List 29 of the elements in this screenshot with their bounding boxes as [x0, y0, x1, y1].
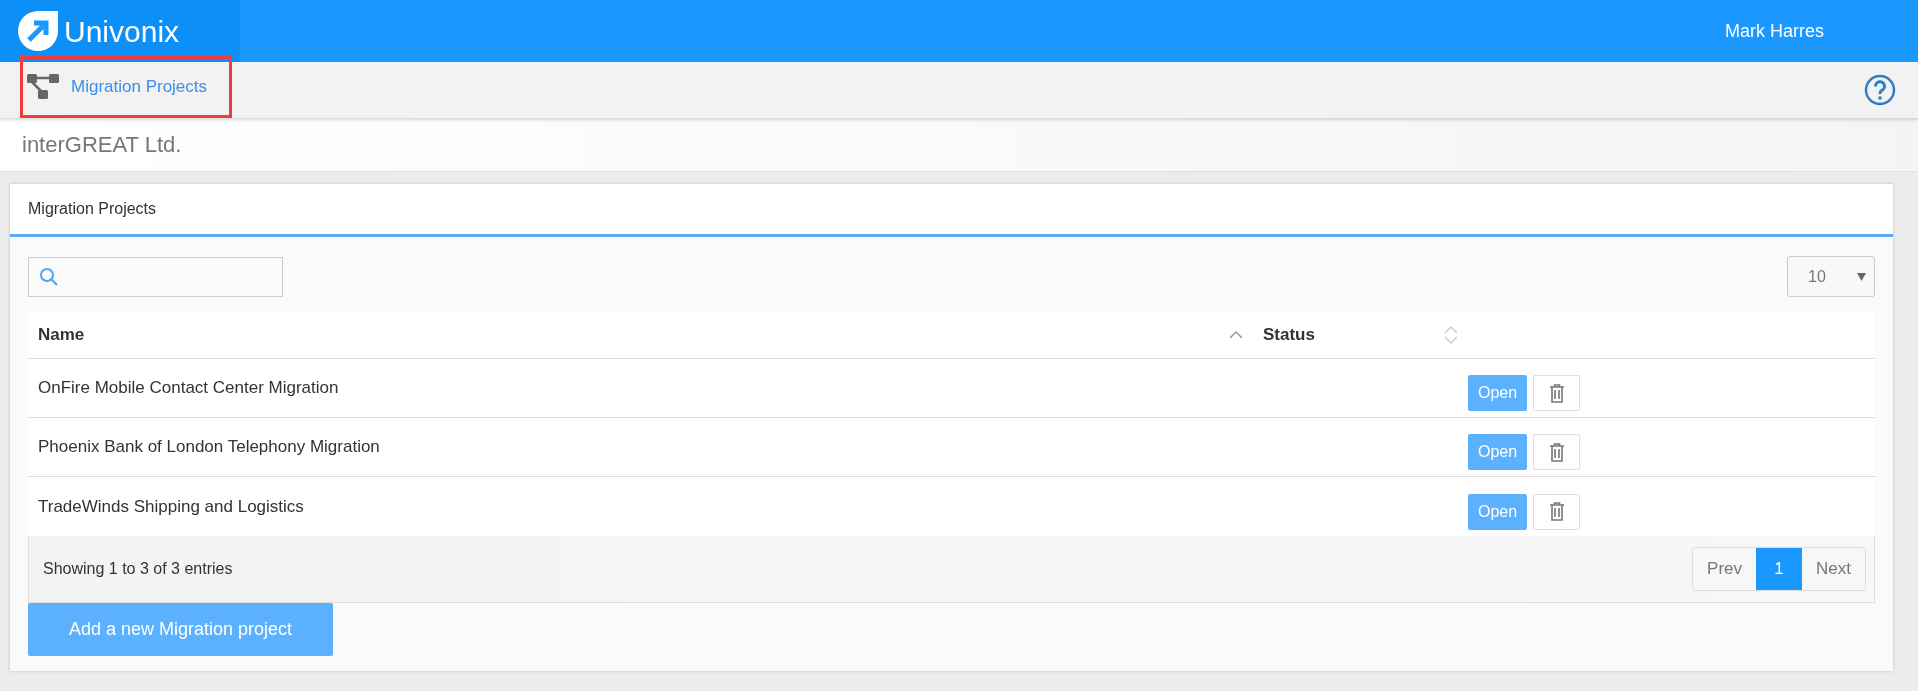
- trash-icon: [1548, 502, 1565, 521]
- delete-button[interactable]: [1533, 493, 1581, 530]
- page-size-select[interactable]: 10: [1787, 256, 1875, 297]
- project-name: TradeWinds Shipping and Logistics: [38, 496, 304, 516]
- open-button[interactable]: Open: [1468, 434, 1528, 470]
- project-name: OnFire Mobile Contact Center Migration: [38, 378, 339, 398]
- delete-button[interactable]: [1533, 375, 1581, 411]
- trash-icon: [1548, 442, 1565, 462]
- delete-button[interactable]: [1533, 434, 1581, 470]
- breadcrumb-item[interactable]: Migration Projects: [20, 56, 233, 118]
- entries-info: Showing 1 to 3 of 3 entries: [43, 559, 233, 579]
- hierarchy-icon: [25, 72, 61, 102]
- search-field[interactable]: [28, 256, 283, 297]
- panel-title: Migration Projects: [28, 199, 157, 219]
- help-icon[interactable]: [1864, 74, 1896, 106]
- dropdown-caret-icon: [1857, 272, 1866, 281]
- column-header[interactable]: Status: [1263, 321, 1315, 348]
- open-button[interactable]: Open: [1468, 375, 1528, 411]
- add-project-button[interactable]: Add a new Migration project: [28, 603, 333, 656]
- trash-icon: [1548, 383, 1565, 403]
- logo-text: Univonix: [64, 13, 180, 50]
- search-icon: [39, 266, 59, 287]
- logo-icon: [16, 9, 60, 53]
- project-name: Phoenix Bank of London Telephony Migration: [38, 437, 380, 457]
- user-name[interactable]: Mark Harres: [1725, 17, 1824, 45]
- company-name: interGREAT Ltd.: [22, 131, 182, 159]
- page-button[interactable]: 1: [1756, 548, 1803, 590]
- open-button[interactable]: Open: [1468, 493, 1528, 530]
- column-header[interactable]: Name: [38, 321, 85, 348]
